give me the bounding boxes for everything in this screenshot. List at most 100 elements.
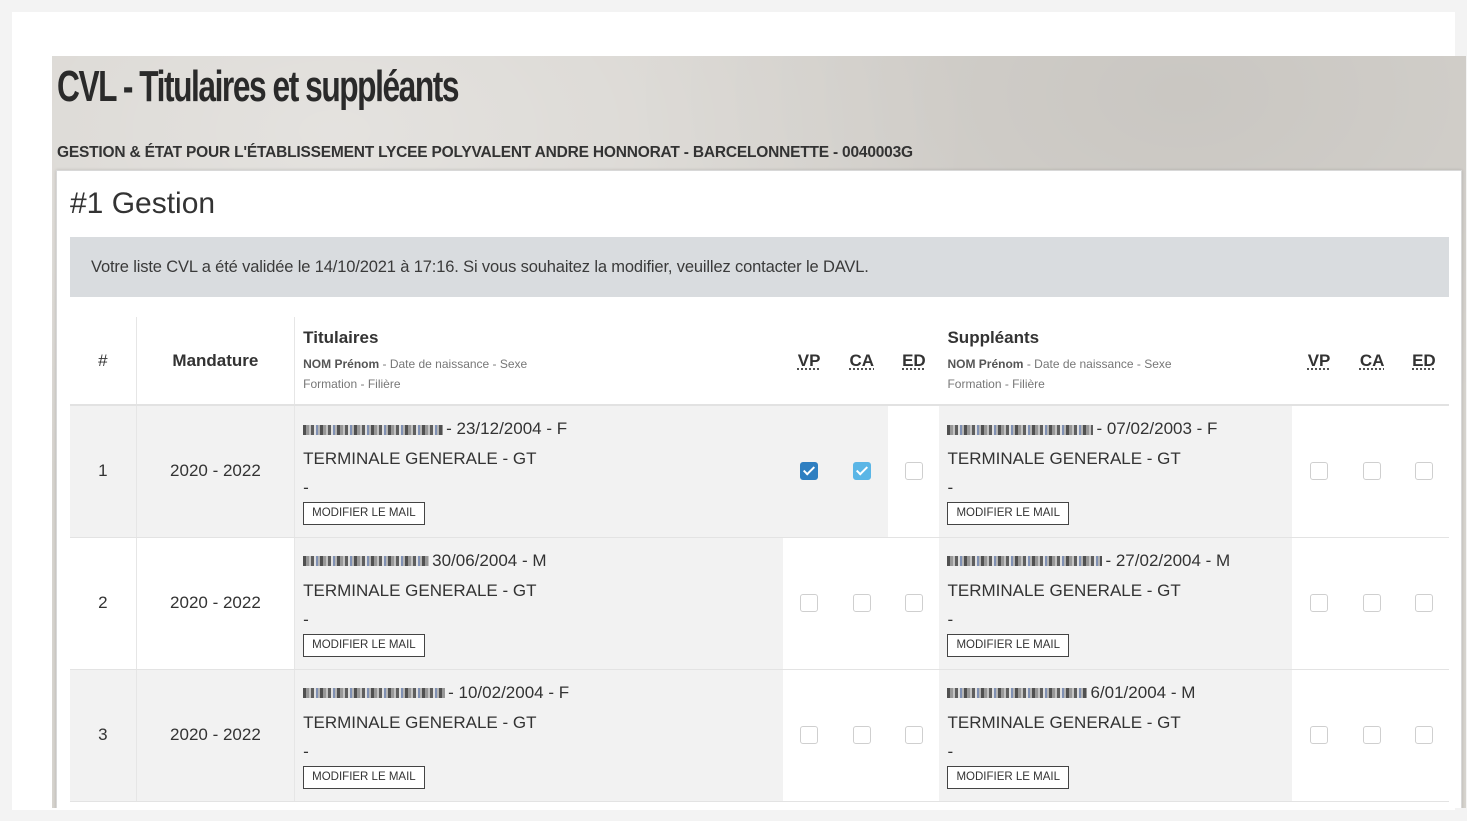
titulaire-ed-checkbox[interactable] xyxy=(904,593,923,612)
titulaire-birth: 30/06/2004 - M xyxy=(432,550,547,570)
suppleant-birth: 6/01/2004 - M xyxy=(1090,682,1196,702)
suppleant-ed-cell xyxy=(1398,537,1449,670)
header-suppleants-label: Suppléants xyxy=(947,327,1040,347)
titulaire-extra: - xyxy=(303,609,309,629)
suppleant-ed-cell xyxy=(1398,669,1449,802)
gestion-panel: #1 Gestion Votre liste CVL a été validée… xyxy=(56,170,1462,808)
suppleant-vp-checkbox[interactable] xyxy=(1310,593,1329,612)
titulaire-ed-checkbox[interactable] xyxy=(904,462,923,481)
table-header-row: # Mandature Titulaires NOM Prénom - Date… xyxy=(70,317,1449,406)
modifier-mail-button[interactable]: MODIFIER LE MAIL xyxy=(947,502,1069,525)
titulaire-formation: TERMINALE GENERALE - GT xyxy=(303,449,537,468)
suppleant-cell: 6/01/2004 - M TERMINALE GENERALE - GT - … xyxy=(939,669,1293,802)
header-suppleants: Suppléants NOM Prénom - Date de naissanc… xyxy=(939,317,1293,406)
titulaire-ed-cell xyxy=(888,669,940,802)
modifier-mail-button[interactable]: MODIFIER LE MAIL xyxy=(303,502,425,525)
suppleant-extra: - xyxy=(947,609,954,629)
validation-alert: Votre liste CVL a été validée le 14/10/2… xyxy=(70,237,1449,297)
suppleant-formation: TERMINALE GENERALE - GT xyxy=(947,449,1181,468)
titulaire-formation: TERMINALE GENERALE - GT xyxy=(303,712,537,732)
titulaire-cell: - 23/12/2004 - F TERMINALE GENERALE - GT… xyxy=(294,405,784,538)
titulaire-extra: - xyxy=(303,741,309,761)
titulaire-formation: TERMINALE GENERALE - GT xyxy=(303,580,537,600)
suppleant-ca-checkbox[interactable] xyxy=(1363,725,1382,744)
suppleant-formation: TERMINALE GENERALE - GT xyxy=(947,712,1181,732)
header-ca: CA xyxy=(835,317,889,406)
titulaire-vp-cell xyxy=(783,669,836,802)
titulaire-vp-checkbox[interactable] xyxy=(800,462,819,481)
suppleant-ed-checkbox[interactable] xyxy=(1414,462,1433,481)
titulaire-extra: - xyxy=(303,478,309,497)
suppleant-cell: - 07/02/2003 - F TERMINALE GENERALE - GT… xyxy=(939,405,1293,538)
titulaire-vp-cell xyxy=(783,405,836,538)
suppleant-ca-cell xyxy=(1345,537,1399,670)
titulaire-cell: - 10/02/2004 - F TERMINALE GENERALE - GT… xyxy=(294,669,784,802)
redacted-name xyxy=(303,556,430,567)
redacted-name xyxy=(947,556,1103,567)
suppleant-ed-checkbox[interactable] xyxy=(1414,593,1433,612)
header-ca-suppleant: CA xyxy=(1345,317,1399,406)
titulaire-ca-checkbox[interactable] xyxy=(852,462,871,481)
suppleant-vp-cell xyxy=(1292,537,1346,670)
suppleant-birth: - 07/02/2003 - F xyxy=(1096,419,1218,438)
header-mandature: Mandature xyxy=(136,317,296,406)
header-titulaires: Titulaires NOM Prénom - Date de naissanc… xyxy=(294,317,784,406)
titulaire-cell: 30/06/2004 - M TERMINALE GENERALE - GT -… xyxy=(294,537,784,670)
header-titulaires-label: Titulaires xyxy=(303,327,379,347)
modifier-mail-button[interactable]: MODIFIER LE MAIL xyxy=(303,765,425,789)
row-num: 3 xyxy=(70,669,137,802)
row-mandature: 2020 - 2022 xyxy=(136,405,296,538)
header-ed-suppleant: ED xyxy=(1398,317,1449,406)
suppleant-ed-checkbox[interactable] xyxy=(1414,725,1433,744)
page-title: CVL - Titulaires et suppléants xyxy=(57,62,459,111)
suppleant-ca-checkbox[interactable] xyxy=(1363,462,1382,481)
page-subtitle: GESTION & ÉTAT POUR L'ÉTABLISSEMENT LYCE… xyxy=(57,144,913,161)
titulaire-ca-cell xyxy=(835,537,889,670)
titulaire-vp-checkbox[interactable] xyxy=(800,593,819,612)
suppleant-formation: TERMINALE GENERALE - GT xyxy=(947,580,1181,600)
suppleant-cell: - 27/02/2004 - M TERMINALE GENERALE - GT… xyxy=(939,537,1293,670)
suppleant-ca-cell xyxy=(1345,405,1399,538)
titulaire-birth: - 23/12/2004 - F xyxy=(446,419,568,438)
header-num: # xyxy=(70,317,137,406)
titulaire-ca-checkbox[interactable] xyxy=(852,593,871,612)
header-titulaires-sub: NOM Prénom - Date de naissance - Sexe For… xyxy=(303,356,528,391)
table-row: 1 2020 - 2022 - 23/12/2004 - F TERMINALE… xyxy=(70,405,1449,538)
modifier-mail-button[interactable]: MODIFIER LE MAIL xyxy=(303,633,425,657)
titulaire-ca-checkbox[interactable] xyxy=(852,725,871,744)
header-vp-suppleant: VP xyxy=(1292,317,1346,406)
modifier-mail-button[interactable]: MODIFIER LE MAIL xyxy=(947,765,1069,789)
suppleant-ed-cell xyxy=(1398,405,1449,538)
suppleant-vp-cell xyxy=(1292,669,1346,802)
titulaire-ca-cell xyxy=(835,669,889,802)
row-num: 1 xyxy=(70,405,137,538)
page-header-area: CVL - Titulaires et suppléants GESTION &… xyxy=(52,56,1466,808)
titulaire-vp-cell xyxy=(783,537,836,670)
screen-frame: CVL - Titulaires et suppléants GESTION &… xyxy=(12,12,1466,810)
header-ed: ED xyxy=(888,317,940,406)
row-mandature: 2020 - 2022 xyxy=(136,537,296,670)
header-suppleants-sub: NOM Prénom - Date de naissance - Sexe For… xyxy=(947,356,1172,391)
redacted-name xyxy=(303,424,444,435)
titulaire-vp-checkbox[interactable] xyxy=(800,725,819,744)
titulaire-ca-cell xyxy=(835,405,889,538)
suppleant-vp-checkbox[interactable] xyxy=(1310,462,1329,481)
section-title: #1 Gestion xyxy=(70,187,216,220)
titulaire-ed-checkbox[interactable] xyxy=(904,725,923,744)
redacted-name xyxy=(947,688,1088,699)
titulaire-ed-cell xyxy=(888,537,940,670)
suppleant-extra: - xyxy=(947,741,954,761)
modifier-mail-button[interactable]: MODIFIER LE MAIL xyxy=(947,633,1069,657)
table-row: 2 2020 - 2022 30/06/2004 - M TERMINALE G… xyxy=(70,537,1449,670)
suppleant-birth: - 27/02/2004 - M xyxy=(1105,550,1231,570)
suppleant-ca-checkbox[interactable] xyxy=(1363,593,1382,612)
table-row: 3 2020 - 2022 - 10/02/2004 - F TERMINALE… xyxy=(70,669,1449,802)
suppleant-vp-cell xyxy=(1292,405,1346,538)
redacted-name xyxy=(303,688,446,699)
titulaire-birth: - 10/02/2004 - F xyxy=(448,682,570,702)
suppleant-vp-checkbox[interactable] xyxy=(1310,725,1329,744)
suppleant-ca-cell xyxy=(1345,669,1399,802)
titulaire-ed-cell xyxy=(888,405,940,538)
row-num: 2 xyxy=(70,537,137,670)
row-mandature: 2020 - 2022 xyxy=(136,669,296,802)
